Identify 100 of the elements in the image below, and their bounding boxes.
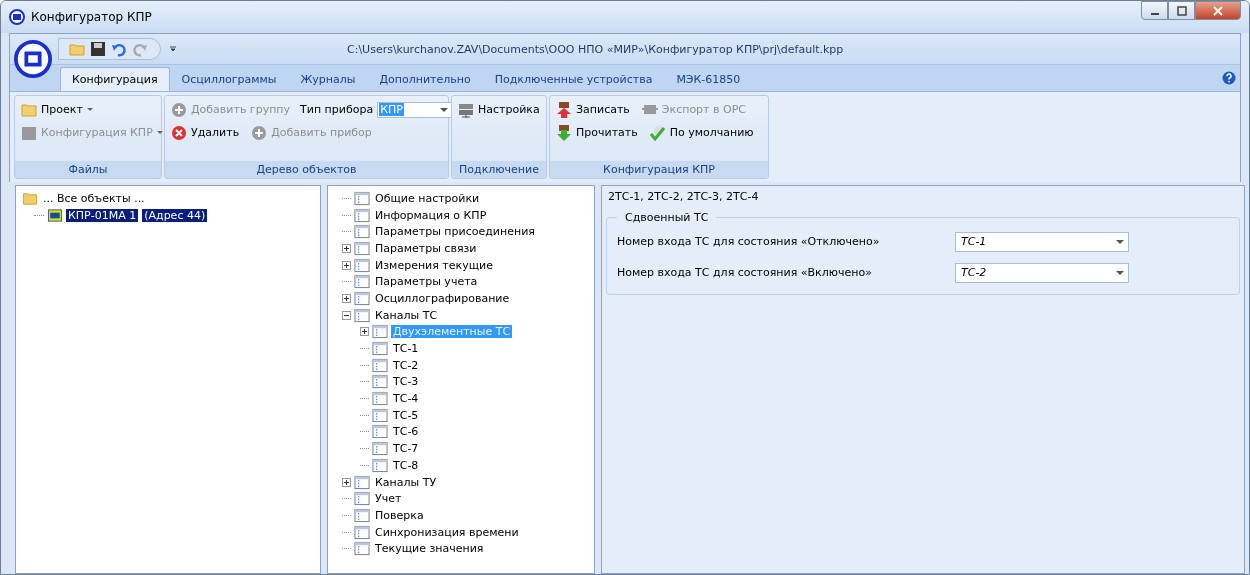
tree-item[interactable]: Каналы ТУ bbox=[373, 475, 439, 489]
caret-icon bbox=[156, 130, 163, 135]
group-title: Сдвоенный ТС bbox=[624, 211, 710, 224]
settings-page-icon bbox=[354, 240, 370, 256]
help-icon[interactable] bbox=[1222, 71, 1236, 85]
settings-page-icon bbox=[354, 474, 370, 490]
expander-icon[interactable] bbox=[342, 243, 351, 253]
ribbon-tab[interactable]: Конфигурация bbox=[60, 67, 170, 91]
expander-icon[interactable] bbox=[342, 477, 351, 487]
tree-item[interactable]: Поверка bbox=[373, 508, 426, 522]
settings-page-icon bbox=[354, 524, 370, 540]
undo-icon[interactable] bbox=[111, 41, 127, 57]
minimize-icon bbox=[1150, 12, 1159, 15]
settings-page-icon bbox=[372, 324, 388, 340]
tree-item[interactable]: Осциллографирование bbox=[373, 291, 512, 305]
tree-item[interactable]: Информация о КПР bbox=[373, 208, 489, 222]
ribbon-tab[interactable]: Дополнительно bbox=[367, 67, 483, 91]
block-icon bbox=[21, 124, 37, 141]
settings-page-icon bbox=[354, 274, 370, 290]
input-dropdown[interactable]: ТС-2 bbox=[955, 262, 1129, 283]
settings-page-icon bbox=[354, 224, 370, 240]
ribbon-tab[interactable]: Журналы bbox=[288, 67, 368, 91]
minimize-button[interactable] bbox=[1141, 1, 1168, 20]
ribbon-button[interactable]: Удалить bbox=[169, 124, 242, 141]
settings-page-icon bbox=[372, 374, 388, 390]
window-title: Конфигуратор КПР bbox=[31, 10, 152, 24]
add-icon bbox=[251, 124, 268, 141]
tree-item[interactable]: КПР-01МА 1 bbox=[66, 208, 139, 222]
settings-page-icon bbox=[372, 457, 388, 473]
group-title: Дерево объектов bbox=[165, 161, 448, 178]
app-logo-icon bbox=[9, 9, 25, 25]
tree-item[interactable]: Текущие значения bbox=[373, 542, 486, 556]
add-icon bbox=[171, 101, 187, 118]
settings-page-icon bbox=[354, 290, 370, 306]
settings-page-icon bbox=[354, 257, 370, 273]
delete-icon bbox=[171, 124, 187, 141]
settings-page-icon bbox=[372, 424, 388, 440]
caret-icon bbox=[1116, 270, 1124, 275]
expander-icon[interactable] bbox=[342, 293, 351, 303]
caret-icon bbox=[440, 107, 449, 112]
download-arrow-icon bbox=[556, 124, 572, 141]
section-heading: 2ТС-1, 2ТС-2, 2ТС-3, 2ТС-4 bbox=[608, 190, 760, 203]
device-address: (Адрес 44) bbox=[142, 208, 208, 222]
tree-item[interactable]: Измерения текущие bbox=[373, 258, 495, 272]
folder-icon bbox=[22, 190, 38, 206]
settings-page-icon bbox=[372, 407, 388, 423]
ribbon-button[interactable]: Настройка bbox=[456, 101, 542, 118]
tree-item[interactable]: Синхронизация времени bbox=[373, 525, 521, 539]
save-icon[interactable] bbox=[90, 41, 106, 57]
expander-icon[interactable] bbox=[360, 327, 369, 337]
folder-icon bbox=[21, 101, 37, 118]
tree-item[interactable]: ... Все объекты ... bbox=[41, 191, 147, 205]
tree-item[interactable]: ТС-8 bbox=[391, 458, 421, 472]
expander-icon[interactable] bbox=[342, 260, 351, 270]
ribbon-button[interactable]: По умолчанию bbox=[647, 124, 756, 141]
ribbon-tab[interactable]: Осциллограммы bbox=[169, 67, 289, 91]
tree-item[interactable]: ТС-5 bbox=[391, 408, 421, 422]
expander-icon[interactable] bbox=[342, 310, 351, 320]
caret-icon bbox=[86, 107, 93, 112]
tree-item[interactable]: ТС-2 bbox=[391, 358, 421, 372]
settings-page-icon bbox=[354, 190, 370, 206]
upload-arrow-icon bbox=[556, 101, 572, 118]
settings-page-icon bbox=[354, 207, 370, 223]
field-label: Номер входа ТС для состояния «Отключено» bbox=[617, 235, 881, 248]
tree-item[interactable]: ТС-4 bbox=[391, 392, 421, 406]
tree-item[interactable]: ТС-7 bbox=[391, 442, 421, 456]
tree-item[interactable]: ТС-1 bbox=[391, 342, 421, 356]
server-icon bbox=[458, 101, 474, 118]
tree-item[interactable]: Параметры связи bbox=[373, 241, 479, 255]
close-button[interactable] bbox=[1195, 1, 1241, 20]
app-menu-icon[interactable] bbox=[14, 40, 52, 78]
settings-page-icon bbox=[354, 491, 370, 507]
settings-page-icon bbox=[372, 441, 388, 457]
maximize-button[interactable] bbox=[1168, 1, 1195, 20]
tree-item[interactable]: ТС-3 bbox=[391, 375, 421, 389]
settings-page-icon bbox=[354, 307, 370, 323]
tree-item[interactable]: Учет bbox=[373, 492, 404, 506]
ribbon-tab[interactable]: МЭК-61850 bbox=[664, 67, 753, 91]
group-title: Файлы bbox=[15, 161, 161, 178]
maximize-icon bbox=[1176, 5, 1187, 16]
tree-item[interactable]: Параметры присоединения bbox=[373, 225, 537, 239]
ribbon-button[interactable]: Проект bbox=[19, 101, 95, 118]
tree-item[interactable]: Каналы ТС bbox=[373, 308, 440, 322]
settings-page-icon bbox=[354, 541, 370, 557]
caret-icon bbox=[1116, 239, 1124, 244]
input-dropdown[interactable]: ТС-1 bbox=[955, 231, 1129, 252]
device-icon bbox=[47, 207, 63, 223]
settings-page-icon bbox=[372, 391, 388, 407]
ribbon-tab[interactable]: Подключенные устройства bbox=[482, 67, 665, 91]
tree-item[interactable]: ТС-6 bbox=[391, 425, 421, 439]
tree-item[interactable]: Общие настройки bbox=[373, 191, 482, 205]
file-path: C:\Users\kurchanov.ZAV\Documents\ООО НПО «МИР»\Конфигуратор КПР\prj\default.kpp bbox=[347, 42, 844, 56]
ribbon-button[interactable]: Записать bbox=[554, 101, 632, 118]
tree-item[interactable]: Параметры учета bbox=[373, 275, 480, 289]
settings-page-icon bbox=[372, 357, 388, 373]
group-title: Подключение bbox=[452, 161, 546, 178]
combo-label: Тип прибора bbox=[300, 103, 374, 116]
close-icon bbox=[1213, 5, 1223, 16]
customize-caret-icon[interactable] bbox=[169, 45, 177, 53]
ribbon-button[interactable]: Прочитать bbox=[554, 124, 640, 141]
